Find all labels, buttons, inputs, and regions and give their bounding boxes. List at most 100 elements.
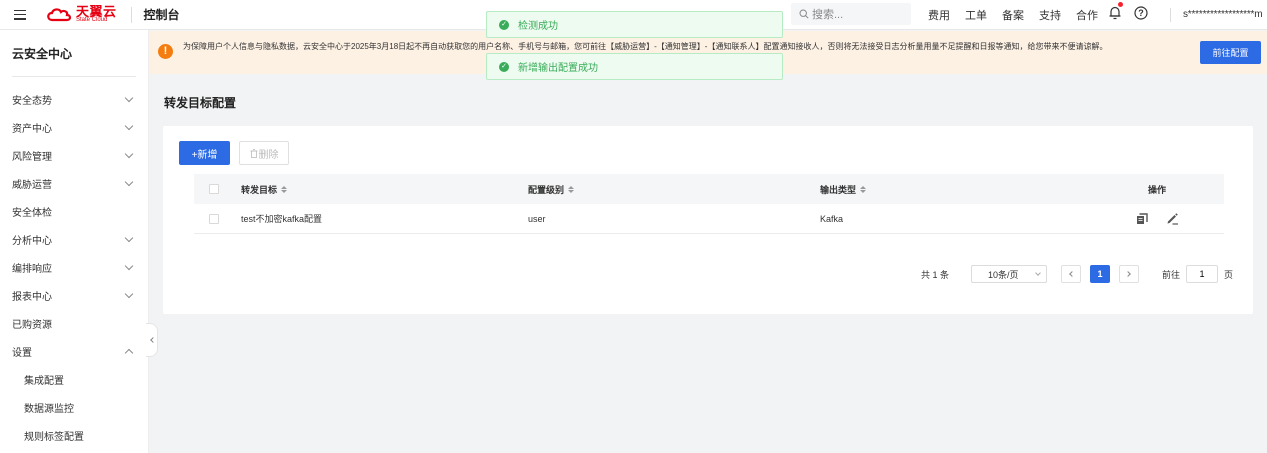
sidebar-item-analysis-center[interactable]: 分析中心 bbox=[0, 225, 148, 253]
next-page-button[interactable] bbox=[1119, 265, 1140, 283]
sidebar-item-label: 资产中心 bbox=[12, 123, 52, 135]
search-input[interactable]: 搜索... bbox=[791, 3, 911, 25]
warning-icon: ! bbox=[158, 44, 173, 59]
chevron-down-icon bbox=[124, 121, 134, 130]
sidebar-item-risk-management[interactable]: 风险管理 bbox=[0, 141, 148, 169]
sidebar-title: 云安全中心 bbox=[12, 47, 73, 61]
divider bbox=[12, 76, 136, 77]
check-circle-icon: ✓ bbox=[499, 61, 509, 72]
sidebar-collapse-button[interactable] bbox=[146, 323, 158, 357]
sidebar-item-label: 设置 bbox=[12, 347, 32, 359]
column-header-target[interactable]: 转发目标 bbox=[234, 183, 528, 196]
sidebar-subitem-datasource-monitor[interactable]: 数据源监控 bbox=[0, 393, 148, 421]
copy-icon[interactable] bbox=[1135, 212, 1149, 226]
cloud-logo-icon bbox=[47, 7, 72, 21]
sidebar-item-label: 安全态势 bbox=[12, 95, 52, 107]
sidebar-subitem-integration[interactable]: 集成配置 bbox=[0, 365, 148, 393]
column-header-level[interactable]: 配置级别 bbox=[528, 183, 820, 196]
sidebar-item-label: 报表中心 bbox=[12, 291, 52, 303]
chevron-down-icon bbox=[124, 289, 134, 298]
chevron-down-icon bbox=[124, 93, 134, 102]
toast-message: 新增输出配置成功 bbox=[518, 63, 598, 74]
page-number-button[interactable]: 1 bbox=[1090, 265, 1111, 283]
brand-name-cn: 天翼云 bbox=[76, 4, 117, 19]
top-link-support[interactable]: 支持 bbox=[1039, 7, 1061, 23]
select-all-checkbox[interactable] bbox=[209, 184, 219, 194]
sidebar-item-security-checkup[interactable]: 安全体检 bbox=[0, 197, 148, 225]
success-toast: ✓ 检测成功 bbox=[486, 11, 783, 38]
sidebar-item-label: 集成配置 bbox=[24, 375, 64, 387]
goto-label: 前往 bbox=[1162, 269, 1181, 280]
notice-text: 为保障用户个人信息与隐私数据，云安全中心于2025年3月18日起不再自动获取您的… bbox=[183, 42, 1108, 51]
table-header: 转发目标 配置级别 输出类型 操作 bbox=[194, 174, 1224, 204]
top-link-ticket[interactable]: 工单 bbox=[965, 7, 987, 23]
page-size-select[interactable]: 10条/页 bbox=[971, 265, 1048, 283]
search-icon bbox=[799, 9, 809, 19]
table-row: test不加密kafka配置 user Kafka bbox=[194, 204, 1224, 234]
chevron-right-icon bbox=[1125, 271, 1131, 277]
console-link[interactable]: 控制台 bbox=[144, 6, 180, 23]
svg-text:?: ? bbox=[1138, 8, 1144, 18]
sidebar-subitem-rule-tags[interactable]: 规则标签配置 bbox=[0, 421, 148, 449]
sidebar-item-label: 规则标签配置 bbox=[24, 431, 84, 443]
top-icons: ? bbox=[1108, 2, 1148, 23]
delete-button-label: 删除 bbox=[258, 149, 279, 161]
toast-message: 检测成功 bbox=[518, 21, 558, 32]
sidebar-item-label: 分析中心 bbox=[12, 235, 52, 247]
sidebar-item-label: 已购资源 bbox=[12, 319, 52, 331]
chevron-left-icon bbox=[149, 337, 156, 343]
chevron-up-icon bbox=[124, 348, 134, 357]
sidebar-item-orchestration[interactable]: 编排响应 bbox=[0, 253, 148, 281]
sidebar-item-settings[interactable]: 设置 bbox=[0, 337, 148, 365]
top-link-partner[interactable]: 合作 bbox=[1076, 7, 1098, 23]
top-link-fees[interactable]: 费用 bbox=[928, 7, 950, 23]
bell-icon[interactable] bbox=[1108, 2, 1123, 23]
goto-page-input[interactable] bbox=[1186, 265, 1219, 283]
column-header-label: 转发目标 bbox=[241, 184, 278, 195]
page-suffix: 页 bbox=[1224, 269, 1234, 280]
row-checkbox[interactable] bbox=[209, 213, 219, 224]
sort-icon[interactable] bbox=[860, 185, 867, 193]
success-toast: ✓ 新增输出配置成功 bbox=[486, 53, 783, 80]
page-title: 转发目标配置 bbox=[164, 96, 237, 110]
sidebar-item-asset-center[interactable]: 资产中心 bbox=[0, 113, 148, 141]
prev-page-button[interactable] bbox=[1061, 265, 1082, 283]
user-account[interactable]: s******************m bbox=[1183, 9, 1263, 20]
add-button[interactable]: +新增 bbox=[179, 141, 230, 165]
top-link-filing[interactable]: 备案 bbox=[1002, 7, 1024, 23]
top-links: 费用 工单 备案 支持 合作 bbox=[928, 0, 1098, 30]
column-header-label: 输出类型 bbox=[820, 184, 857, 195]
sidebar-item-label: 威胁运营 bbox=[12, 179, 52, 191]
search-placeholder: 搜索... bbox=[812, 9, 844, 21]
column-header-label: 配置级别 bbox=[528, 184, 565, 195]
sidebar-item-threat-operations[interactable]: 威胁运营 bbox=[0, 169, 148, 197]
divider bbox=[1170, 8, 1171, 22]
brand-logo[interactable]: 天翼云 State Cloud bbox=[46, 4, 117, 23]
help-icon[interactable]: ? bbox=[1134, 5, 1148, 23]
cell-target: test不加密kafka配置 bbox=[241, 214, 323, 224]
sidebar-item-reports[interactable]: 报表中心 bbox=[0, 281, 148, 309]
sidebar-item-purchased-resources[interactable]: 已购资源 bbox=[0, 309, 148, 337]
cell-operations bbox=[1090, 212, 1224, 226]
pagination: 共 1 条 10条/页 1 前往 页 bbox=[921, 265, 1233, 283]
page-size-value: 10条/页 bbox=[988, 269, 1019, 280]
notification-dot bbox=[1118, 2, 1123, 7]
chevron-down-icon bbox=[124, 177, 134, 186]
column-header-output-type[interactable]: 输出类型 bbox=[820, 183, 1090, 196]
sidebar-item-label: 数据源监控 bbox=[24, 403, 74, 415]
delete-button[interactable]: 删除 bbox=[239, 141, 289, 165]
trash-icon bbox=[250, 148, 257, 158]
column-header-label: 操作 bbox=[1147, 184, 1166, 195]
pagination-total: 共 1 条 bbox=[921, 269, 950, 280]
sort-icon[interactable] bbox=[281, 185, 288, 193]
menu-icon[interactable] bbox=[14, 9, 26, 20]
sidebar: 云安全中心 安全态势 资产中心 风险管理 威胁运营 安全体检 分析中心 编排响应… bbox=[0, 30, 149, 453]
chevron-down-icon bbox=[124, 149, 134, 158]
go-configure-button[interactable]: 前往配置 bbox=[1200, 41, 1261, 64]
divider bbox=[130, 6, 132, 23]
column-header-operations: 操作 bbox=[1090, 183, 1224, 196]
sidebar-item-security-posture[interactable]: 安全态势 bbox=[0, 85, 148, 113]
edit-icon[interactable] bbox=[1165, 212, 1179, 226]
sort-icon[interactable] bbox=[568, 185, 575, 193]
chevron-left-icon bbox=[1069, 271, 1075, 277]
